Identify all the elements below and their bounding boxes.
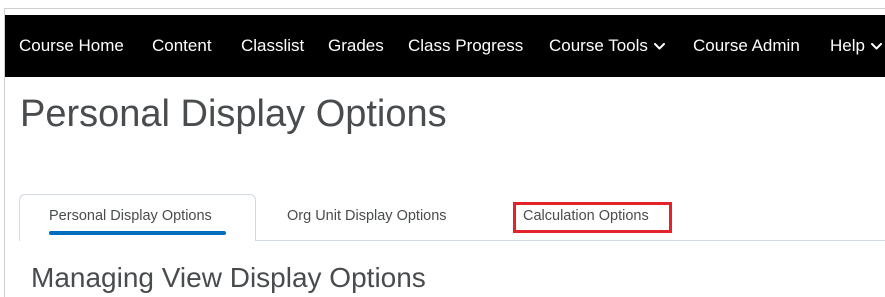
nav-item-course-tools-label: Course Tools [549,36,648,55]
nav-item-help[interactable]: Help [830,15,882,77]
nav-item-grades[interactable]: Grades [328,15,384,77]
nav-item-course-admin[interactable]: Course Admin [693,15,800,77]
tab-org-unit-display-options[interactable]: Org Unit Display Options [287,208,447,224]
nav-item-class-progress[interactable]: Class Progress [408,15,523,77]
nav-item-course-home[interactable]: Course Home [19,15,124,77]
section-title: Managing View Display Options [31,262,426,293]
tab-label-personal-display-options[interactable]: Personal Display Options [49,208,212,224]
active-tab-indicator [49,231,226,235]
page-title: Personal Display Options [20,93,447,135]
nav-item-content[interactable]: Content [152,15,212,77]
chevron-down-icon [653,14,665,76]
page-frame: Course Home Content Classlist Grades Cla… [4,8,885,297]
tabs-divider [256,240,885,241]
nav-item-classlist[interactable]: Classlist [241,15,304,77]
course-navbar: Course Home Content Classlist Grades Cla… [5,15,885,77]
nav-item-course-tools[interactable]: Course Tools [549,15,665,77]
nav-item-help-label: Help [830,36,865,55]
chevron-down-icon [870,14,882,76]
highlight-box [513,202,672,233]
